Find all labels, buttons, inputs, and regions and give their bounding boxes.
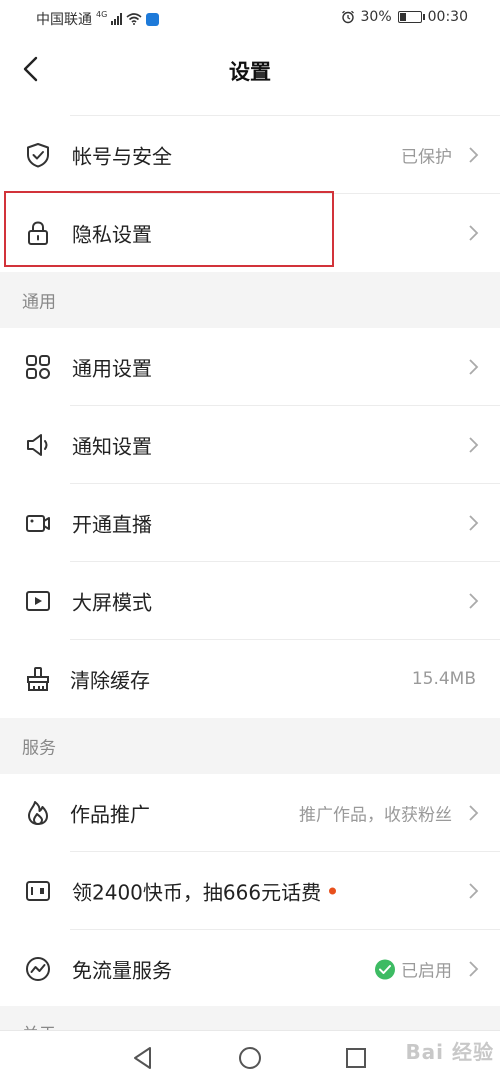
video-camera-icon — [26, 515, 50, 532]
chevron-right-icon — [469, 147, 479, 163]
promote-works-hint: 推广作品，收获粉丝 — [299, 805, 452, 826]
coins-reward-row[interactable]: 领2400快币，抽666元话费 — [0, 852, 500, 930]
chevron-right-icon — [469, 805, 479, 821]
free-data-status: 已启用 — [375, 957, 452, 982]
free-data-status-text: 已启用 — [401, 961, 452, 982]
big-screen-row[interactable]: 大屏模式 — [0, 562, 500, 640]
broom-icon — [27, 667, 49, 691]
notification-settings-row[interactable]: 通知设置 — [0, 406, 500, 484]
network-type: 4G — [96, 9, 108, 19]
clear-cache-row[interactable]: 清除缓存 15.4MB — [0, 640, 500, 718]
free-data-label: 免流量服务 — [72, 958, 172, 983]
chevron-right-icon — [469, 961, 479, 977]
signal-icon — [111, 13, 123, 25]
general-settings-row[interactable]: 通用设置 — [0, 328, 500, 406]
account-security-label: 帐号与安全 — [72, 144, 172, 169]
chevron-right-icon — [469, 515, 479, 531]
cache-size: 15.4MB — [411, 669, 476, 689]
flame-icon — [28, 801, 48, 825]
account-security-status: 已保护 — [401, 147, 452, 168]
battery-fill — [399, 13, 407, 21]
wifi-icon — [126, 13, 142, 25]
check-circle-icon — [375, 959, 395, 979]
grid-icon — [26, 355, 50, 379]
battery-percent: 30% — [360, 9, 392, 25]
big-screen-label: 大屏模式 — [72, 590, 152, 615]
section-header-services: 服务 — [0, 718, 500, 774]
carrier-label: 中国联通 — [36, 12, 92, 28]
clear-cache-label: 清除缓存 — [70, 668, 150, 693]
lock-icon — [28, 221, 48, 245]
nav-recents-icon[interactable] — [343, 1045, 369, 1071]
wave-circle-icon — [26, 957, 50, 981]
chevron-right-icon — [469, 359, 479, 375]
page-title: 设置 — [229, 60, 271, 84]
battery-icon — [397, 11, 425, 23]
chevron-right-icon — [469, 593, 479, 609]
section-header-next: 关于 — [0, 1006, 500, 1030]
shield-check-icon — [27, 143, 49, 168]
alarm-icon — [341, 10, 354, 24]
section-title-general: 通用 — [22, 292, 56, 313]
nav-home-icon[interactable] — [237, 1045, 263, 1071]
section-title-next: 关于 — [22, 1020, 56, 1030]
promote-works-label: 作品推广 — [70, 802, 150, 827]
app-notification-icon — [146, 12, 160, 26]
chevron-right-icon — [469, 437, 479, 453]
section-title-services: 服务 — [22, 738, 56, 759]
promote-works-row[interactable]: 作品推广 推广作品，收获粉丝 — [0, 774, 500, 852]
watermark: Bai 经验 — [405, 1040, 494, 1064]
new-badge-dot — [329, 887, 337, 895]
nav-bar: 设置 — [0, 36, 500, 102]
coins-reward-text: 领2400快币，抽666元话费 — [72, 880, 322, 905]
coin-card-icon — [26, 881, 50, 901]
general-settings-label: 通用设置 — [72, 356, 152, 381]
clock: 00:30 — [427, 9, 468, 25]
privacy-settings-row[interactable]: 隐私设置 — [0, 194, 500, 272]
live-stream-row[interactable]: 开通直播 — [0, 484, 500, 562]
speaker-icon — [27, 434, 48, 456]
status-bar: 中国联通 4G 30% 00:30 — [0, 0, 500, 36]
play-icon — [26, 591, 50, 611]
section-header-general: 通用 — [0, 272, 500, 328]
notification-settings-label: 通知设置 — [72, 434, 152, 459]
coins-reward-label: 领2400快币，抽666元话费 — [72, 877, 337, 906]
live-stream-label: 开通直播 — [72, 512, 152, 537]
chevron-right-icon — [469, 225, 479, 241]
nav-back-icon[interactable] — [130, 1045, 156, 1071]
free-data-row[interactable]: 免流量服务 已启用 — [0, 930, 500, 1008]
privacy-settings-label: 隐私设置 — [72, 222, 152, 247]
chevron-right-icon — [469, 883, 479, 899]
list-top-strip — [0, 102, 500, 116]
account-security-row[interactable]: 帐号与安全 已保护 — [0, 116, 500, 194]
